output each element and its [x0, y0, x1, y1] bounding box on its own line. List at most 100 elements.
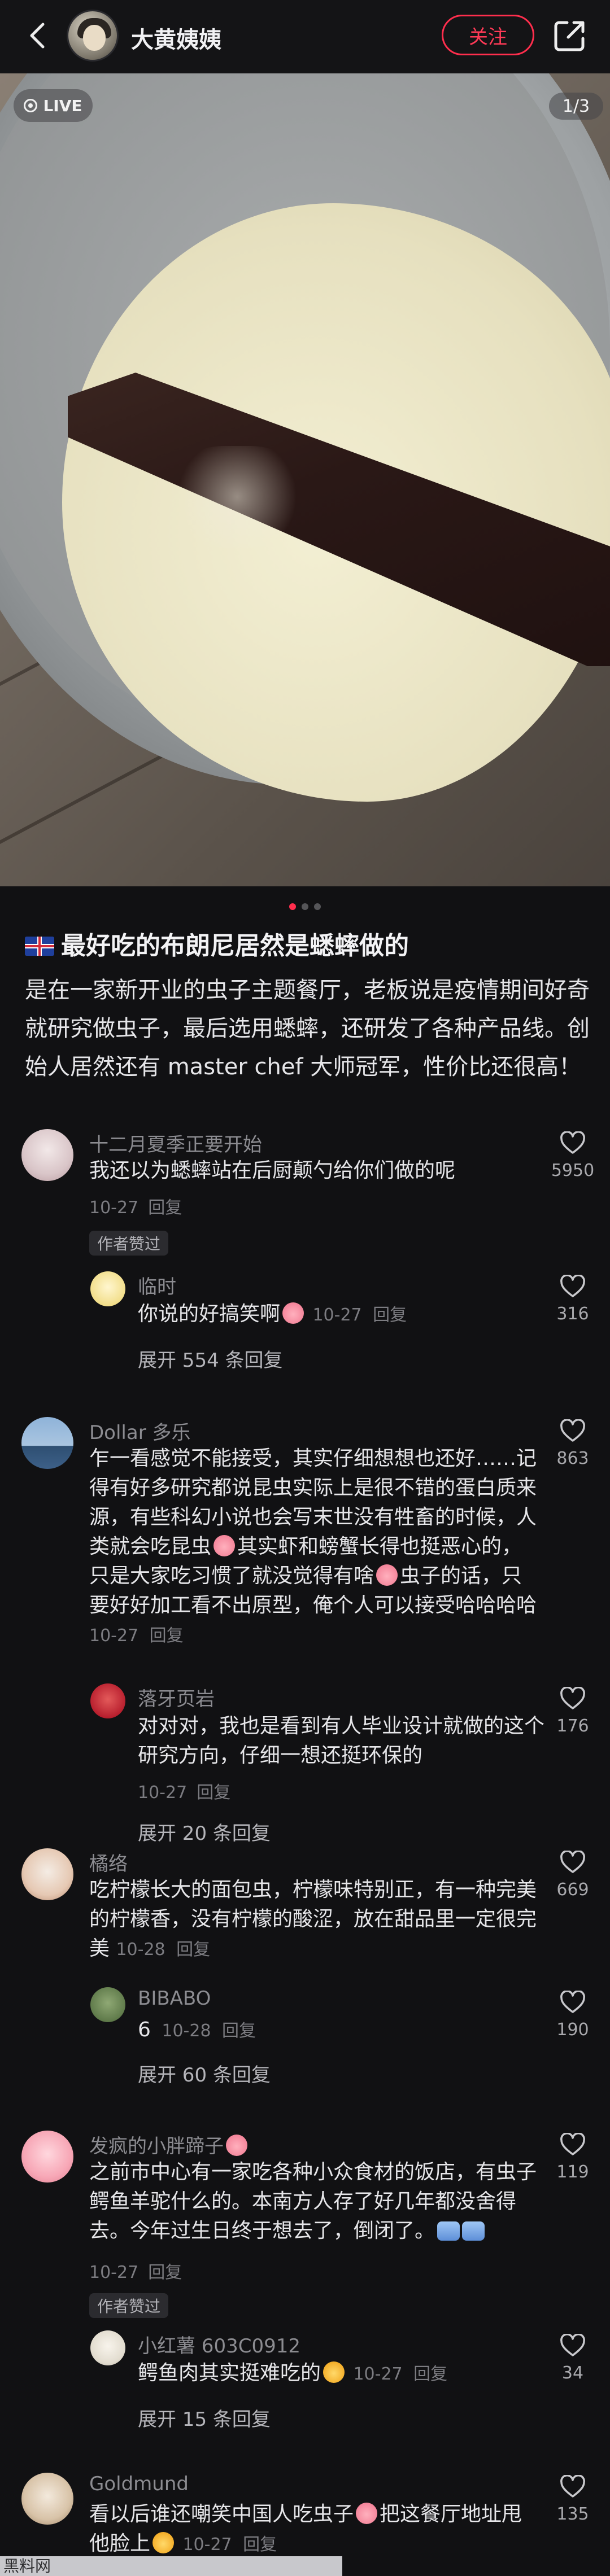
- reply-avatar[interactable]: [90, 1987, 125, 2022]
- expand-replies-button[interactable]: 展开 20 条回复: [138, 1818, 271, 1845]
- reply-button[interactable]: 回复: [148, 1198, 182, 1218]
- reply-date: 10-27: [138, 1783, 188, 1803]
- heart-icon: [560, 2475, 585, 2498]
- reply-button[interactable]: 回复: [243, 2535, 277, 2555]
- laughing-emoji-icon: [323, 2361, 345, 2383]
- author-avatar[interactable]: [67, 10, 119, 62]
- carousel-dot: [314, 903, 321, 910]
- like-button[interactable]: 863: [544, 1419, 601, 1468]
- like-button[interactable]: 5950: [544, 1131, 601, 1180]
- commenter-name[interactable]: 十二月夏季正要开始: [89, 1129, 262, 1157]
- reply-author-name[interactable]: 落牙页岩: [138, 1683, 215, 1711]
- comment-date: 10-27: [89, 1198, 139, 1218]
- comment-text: 我还以为蟋蟀站在后厨颠勺给你们做的呢: [89, 1159, 456, 1182]
- like-button[interactable]: 119: [544, 2133, 601, 2182]
- comment-text: 看以后谁还嘲笑中国人吃虫子 把这餐厅地址甩他脸上 10-27 回复: [89, 2500, 541, 2560]
- reply-date: 10-28: [162, 2021, 211, 2041]
- post-body: 是在一家新开业的虫子主题餐厅，老板说是疫情期间好奇就研究做虫子，最后选用蟋蟀，还…: [25, 977, 590, 1080]
- comment-date: 10-28: [116, 1940, 165, 1960]
- commenter-avatar[interactable]: [21, 1848, 73, 1900]
- back-arrow-icon[interactable]: [23, 20, 54, 51]
- reply-author-name[interactable]: BIBABO: [138, 1987, 211, 2010]
- like-button[interactable]: 316: [544, 1275, 601, 1324]
- top-bar: 大黄姨姨 关注: [0, 0, 610, 73]
- post-title: 最好吃的布朗尼居然是蟋蟀做的: [25, 926, 590, 966]
- comment-date: 10-27: [182, 2535, 232, 2555]
- comment-text: 吃柠檬长大的面包虫，柠檬味特别正，有一种完美的柠檬香，没有柠檬的酸涩，放在甜品里…: [89, 1875, 541, 1965]
- expand-replies-button[interactable]: 展开 60 条回复: [138, 2059, 271, 2087]
- reply-date: 10-27: [312, 1305, 362, 1325]
- like-count: 135: [556, 2504, 589, 2524]
- reply-author-name[interactable]: 小红薯 603C0912: [138, 2330, 300, 2358]
- like-button[interactable]: 135: [544, 2475, 601, 2524]
- commenter-name[interactable]: Dollar 多乐: [89, 1417, 191, 1445]
- uk-flag-icon: [25, 937, 54, 956]
- like-count: 863: [556, 1449, 589, 1468]
- expand-replies-button[interactable]: 展开 554 条回复: [138, 1345, 283, 1372]
- live-badge[interactable]: LIVE: [14, 89, 93, 122]
- reply-avatar[interactable]: [90, 2330, 125, 2365]
- commenter-name[interactable]: 发疯的小胖蹄子: [89, 2131, 250, 2158]
- reply-button[interactable]: 回复: [148, 2263, 182, 2282]
- reply-line: 对对对，我也是看到有人毕业设计就做的这个研究方向，仔细一想还挺环保的: [138, 1712, 544, 1770]
- author-liked-badge: 作者赞过: [89, 2293, 169, 2318]
- author-name[interactable]: 大黄姨姨: [131, 21, 221, 54]
- reply-author-name[interactable]: 临时: [138, 1271, 176, 1299]
- post-title-text: 最好吃的布朗尼居然是蟋蟀做的: [61, 931, 409, 960]
- like-count: 34: [561, 2363, 584, 2383]
- reply-line: 你说的好搞笑啊 10-27 回复: [138, 1300, 533, 1330]
- like-count: 119: [556, 2162, 589, 2182]
- laughing-pig-emoji-icon: [282, 1302, 304, 1324]
- reply-button[interactable]: 回复: [150, 1626, 184, 1646]
- commenter-name[interactable]: Goldmund: [89, 2473, 189, 2495]
- carousel-dots: [0, 903, 610, 910]
- heart-icon: [560, 1419, 585, 1442]
- reply-text: 鳄鱼肉其实挺难吃的: [138, 2361, 321, 2385]
- heart-icon: [560, 2334, 585, 2356]
- reply-line: 6 10-28 回复: [138, 2015, 256, 2046]
- commenter-name-text[interactable]: 发疯的小胖蹄子: [89, 2135, 224, 2158]
- commenter-avatar[interactable]: [21, 2473, 73, 2525]
- comment-date: 10-27: [89, 2263, 139, 2282]
- reply-avatar[interactable]: [90, 1271, 125, 1306]
- laughing-emoji-icon: [152, 2532, 175, 2553]
- pig-emoji-icon: [226, 2135, 247, 2156]
- expand-replies-button[interactable]: 展开 15 条回复: [138, 2404, 271, 2431]
- heart-icon: [560, 1687, 585, 1709]
- reply-button[interactable]: 回复: [222, 2021, 256, 2041]
- like-count: 316: [556, 1304, 589, 1324]
- like-button[interactable]: 34: [544, 2334, 601, 2383]
- heart-icon: [560, 1851, 585, 1873]
- watermark: 黑料网: [0, 2556, 342, 2576]
- heart-icon: [560, 1275, 585, 1297]
- commenter-avatar[interactable]: [21, 2131, 73, 2183]
- like-count: 669: [556, 1880, 589, 1900]
- reply-line: 鳄鱼肉其实挺难吃的 10-27 回复: [138, 2359, 447, 2389]
- reply-text: 你说的好搞笑啊: [138, 1302, 281, 1326]
- image-page-counter: 1/3: [549, 93, 603, 120]
- post-image[interactable]: [0, 73, 610, 886]
- live-label: LIVE: [43, 96, 82, 115]
- reply-avatar[interactable]: [90, 1683, 125, 1718]
- heart-icon: [560, 1131, 585, 1154]
- reply-button[interactable]: 回复: [373, 1305, 407, 1325]
- commenter-name[interactable]: 橘络: [89, 1848, 128, 1876]
- reply-button[interactable]: 回复: [176, 1940, 210, 1960]
- commenter-avatar[interactable]: [21, 1129, 73, 1181]
- comment-text: 乍一看感觉不能接受，其实仔细想想也还好……记得有好多研究都说昆虫实际上是很不错的…: [89, 1444, 541, 1651]
- follow-button[interactable]: 关注: [442, 15, 534, 55]
- comment-date: 10-27: [89, 1626, 139, 1646]
- commenter-avatar[interactable]: [21, 1417, 73, 1469]
- share-icon[interactable]: [551, 17, 589, 54]
- reply-text: 6: [138, 2018, 151, 2041]
- like-button[interactable]: 190: [544, 1991, 601, 2040]
- like-button[interactable]: 669: [544, 1851, 601, 1900]
- freezing-emoji-icon: [437, 2221, 460, 2241]
- live-icon: [24, 99, 38, 112]
- reply-button[interactable]: 回复: [413, 2364, 447, 2384]
- comment-text-part: 看以后谁还嘲笑中国人吃虫子: [89, 2503, 354, 2526]
- laughing-pig-emoji-icon: [213, 1535, 236, 1556]
- reply-button[interactable]: 回复: [197, 1783, 230, 1803]
- like-button[interactable]: 176: [544, 1687, 601, 1736]
- laughing-pig-emoji-icon: [376, 1564, 398, 1586]
